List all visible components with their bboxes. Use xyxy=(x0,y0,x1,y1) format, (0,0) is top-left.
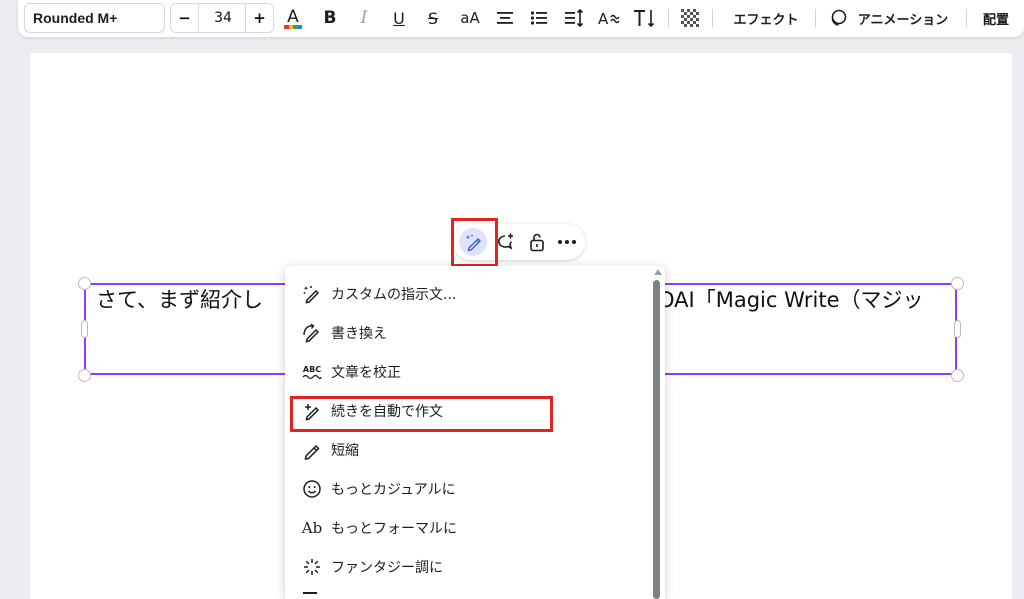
line-spacing-icon xyxy=(565,9,584,27)
menu-item-proofread[interactable]: ABC 文章を校正 xyxy=(285,352,645,391)
svg-text:Ab: Ab xyxy=(301,519,322,537)
text-box-content[interactable]: さて、まず紹介し xyxy=(96,284,263,314)
toolbar-divider xyxy=(966,9,967,27)
fantasy-sparkle-icon xyxy=(301,556,323,578)
arrange-button[interactable]: 配置 xyxy=(976,4,1016,32)
bullet-list-button[interactable] xyxy=(527,4,551,32)
strikethrough-button[interactable]: S xyxy=(421,4,445,32)
spellcheck-abc-icon: ABC xyxy=(301,361,323,383)
menu-item-custom-instruction[interactable]: カスタムの指示文... xyxy=(285,274,645,313)
scrollbar-thumb[interactable] xyxy=(653,280,660,599)
animation-button[interactable]: アニメーション xyxy=(848,4,958,32)
bullet-list-icon xyxy=(530,11,547,25)
toolbar-divider xyxy=(815,9,816,27)
next-item-icon-partial xyxy=(303,592,317,596)
resize-handle-left[interactable] xyxy=(81,320,88,338)
unlock-icon xyxy=(530,233,544,252)
font-style-icon: A xyxy=(598,10,620,27)
transparency-button[interactable] xyxy=(678,4,702,32)
resize-handle-top-right[interactable] xyxy=(951,277,964,290)
align-center-icon xyxy=(497,12,513,24)
transparency-checker-icon xyxy=(681,9,699,27)
resize-handle-bottom-right[interactable] xyxy=(951,369,964,382)
italic-button[interactable]: I xyxy=(352,4,376,32)
highlight-annotation-continue-writing xyxy=(290,396,553,432)
resize-handle-bottom-left[interactable] xyxy=(78,369,91,382)
menu-item-label: 文章を校正 xyxy=(331,364,401,381)
menu-item-label: もっとカジュアルに xyxy=(331,481,456,498)
magic-write-menu: カスタムの指示文... 書き換え ABC 文章を校正 続きを自動で作文 短縮 も… xyxy=(285,266,665,599)
bold-button[interactable]: B xyxy=(318,4,342,32)
effects-button[interactable]: エフェクト xyxy=(726,4,806,32)
menu-item-label: 短縮 xyxy=(331,442,359,459)
svg-text:A: A xyxy=(598,10,609,27)
menu-item-label: もっとフォーマルに xyxy=(331,520,457,537)
svg-text:A: A xyxy=(287,7,299,27)
menu-item-label: カスタムの指示文... xyxy=(331,286,457,303)
rewrite-pen-icon xyxy=(301,322,323,344)
comment-add-icon xyxy=(498,233,513,250)
underline-button[interactable]: U xyxy=(387,4,411,32)
menu-item-more-casual[interactable]: もっとカジュアルに xyxy=(285,469,645,508)
vertical-text-button[interactable] xyxy=(632,4,658,32)
scroll-up-arrow-icon[interactable] xyxy=(654,269,662,275)
text-effects-a-button[interactable]: A xyxy=(597,4,623,32)
more-options-button[interactable] xyxy=(553,228,581,256)
text-color-icon: A xyxy=(284,7,302,29)
menu-item-label: ファンタジー調に xyxy=(331,559,443,576)
spacing-button[interactable] xyxy=(562,4,586,32)
text-color-button[interactable]: A xyxy=(281,4,305,32)
resize-handle-top-left[interactable] xyxy=(78,277,91,290)
resize-handle-right[interactable] xyxy=(954,320,961,338)
animation-icon xyxy=(831,9,847,26)
toolbar-divider xyxy=(712,9,713,27)
text-formatting-toolbar: Rounded M+ − 34 + A B I U S aA A エフェクト ア… xyxy=(18,0,1024,37)
menu-item-more-formal[interactable]: Ab もっとフォーマルに xyxy=(285,508,645,547)
letter-case-button[interactable]: aA xyxy=(456,4,484,32)
text-box-content-continued[interactable]: OAI「Magic Write（マジッ xyxy=(658,284,924,314)
highlight-annotation-magic-button xyxy=(451,218,498,267)
vertical-text-icon xyxy=(634,10,655,27)
menu-item-label: 書き換え xyxy=(331,325,387,342)
menu-scrollbar[interactable] xyxy=(652,266,664,599)
font-family-select[interactable]: Rounded M+ xyxy=(24,3,165,33)
menu-item-shorten[interactable]: 短縮 xyxy=(285,430,645,469)
animation-icon-wrap[interactable] xyxy=(828,4,848,32)
formal-ab-icon: Ab xyxy=(301,517,323,539)
menu-item-fantasy[interactable]: ファンタジー調に xyxy=(285,547,645,586)
lock-button[interactable] xyxy=(523,228,551,256)
font-size-stepper[interactable]: − 34 + xyxy=(170,3,274,33)
font-size-value[interactable]: 34 xyxy=(199,4,247,32)
font-size-decrease-button[interactable]: − xyxy=(171,4,199,32)
svg-text:ABC: ABC xyxy=(303,365,321,374)
more-dots-icon xyxy=(558,240,576,244)
toolbar-divider xyxy=(668,9,669,27)
menu-item-rewrite[interactable]: 書き換え xyxy=(285,313,645,352)
smiley-icon xyxy=(301,478,323,500)
font-size-increase-button[interactable]: + xyxy=(245,4,273,32)
shorten-pen-icon xyxy=(301,439,323,461)
magic-pen-sparkle-icon xyxy=(301,283,323,305)
align-center-button[interactable] xyxy=(493,4,517,32)
